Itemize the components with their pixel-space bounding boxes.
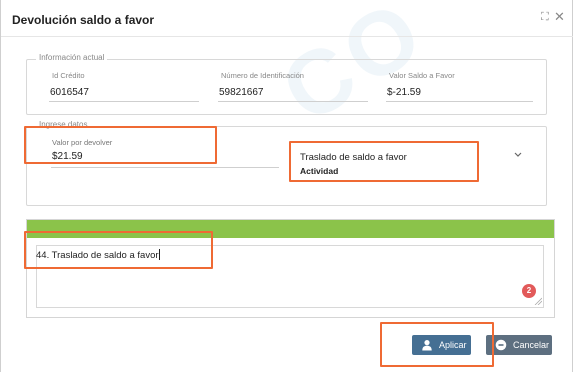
observacion-panel xyxy=(26,219,555,318)
text-caret xyxy=(158,249,160,260)
title-divider xyxy=(1,36,573,37)
observacion-header xyxy=(27,220,554,238)
info-actual-legend: Información actual xyxy=(36,53,108,62)
maximize-icon[interactable]: ⛶ xyxy=(541,11,549,24)
cancelar-label: Cancelar xyxy=(513,340,550,350)
info-actual-fieldset: Información actual Id Crédito 6016547 Nú… xyxy=(26,53,547,115)
actividad-label: Actividad xyxy=(300,166,339,176)
identificacion-value: 59821667 xyxy=(219,87,264,98)
cancelar-button[interactable]: Cancelar xyxy=(486,335,552,355)
observacion-text: 44. Traslado de saldo a favor xyxy=(36,249,160,261)
ingrese-datos-legend: Ingrese datos xyxy=(36,120,91,129)
saldo-favor-underline xyxy=(386,101,533,102)
error-count-badge: 2 xyxy=(522,284,536,298)
aplicar-button[interactable]: Aplicar xyxy=(412,335,471,355)
devolucion-dialog: CO Devolución saldo a favor ⛶ ✕ Informac… xyxy=(0,0,573,372)
valor-devolver-underline xyxy=(51,167,279,168)
cancel-circle-icon xyxy=(495,339,507,351)
valor-devolver-input[interactable]: $21.59 xyxy=(50,151,210,165)
user-icon xyxy=(422,340,432,351)
id-credito-value: 6016547 xyxy=(50,87,89,98)
observacion-value: 44. Traslado de saldo a favor xyxy=(36,250,159,261)
resize-grip-icon[interactable] xyxy=(534,297,542,305)
id-credito-underline xyxy=(49,101,199,102)
ingrese-datos-fieldset: Ingrese datos Valor por devolver $21.59 xyxy=(26,120,547,206)
actividad-select[interactable]: Traslado de saldo a favor xyxy=(300,152,407,163)
id-credito-label: Id Crédito xyxy=(52,71,85,80)
valor-devolver-label: Valor por devolver xyxy=(52,138,113,147)
aplicar-label: Aplicar xyxy=(439,340,467,350)
dialog-title: Devolución saldo a favor xyxy=(12,13,155,27)
close-icon[interactable]: ✕ xyxy=(554,9,565,25)
identificacion-underline xyxy=(218,101,368,102)
chevron-down-icon[interactable] xyxy=(512,150,524,160)
saldo-favor-value: $-21.59 xyxy=(387,87,421,98)
saldo-favor-label: Valor Saldo a Favor xyxy=(389,71,455,80)
identificacion-label: Número de Identificación xyxy=(221,71,304,80)
